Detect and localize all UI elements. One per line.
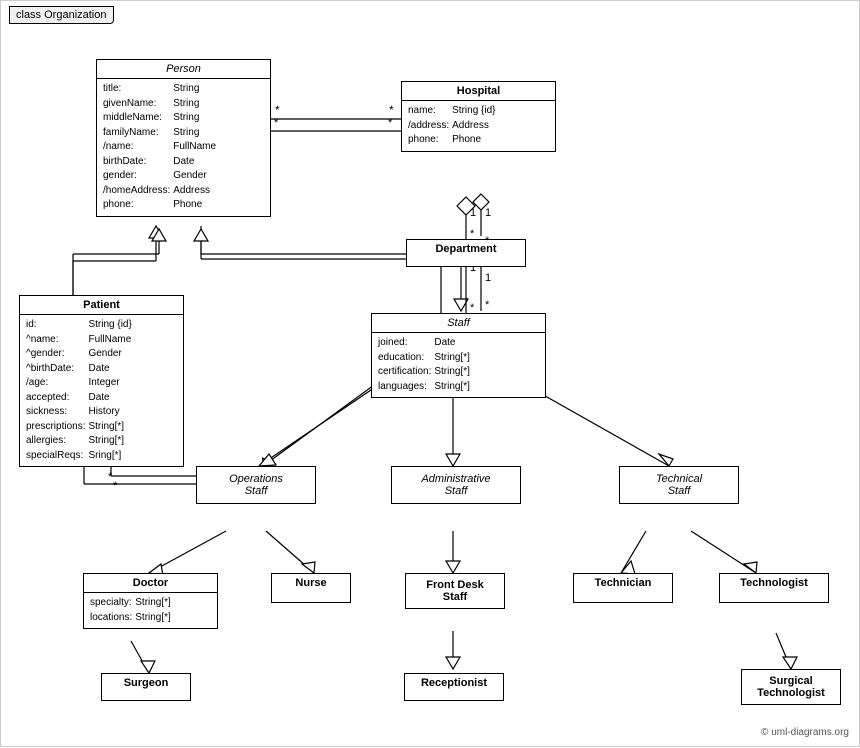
svg-text:1: 1: [470, 207, 476, 219]
surgeon-title: Surgeon: [102, 674, 190, 692]
svg-text:*: *: [108, 471, 113, 483]
administrative-staff-class: AdministrativeStaff: [391, 466, 521, 504]
diagram-container: class Organization * * 1 * 1 *: [0, 0, 860, 747]
svg-text:1: 1: [485, 272, 491, 284]
department-class: Department: [406, 239, 526, 267]
patient-attrs: id:String {id} ^name:FullName ^gender:Ge…: [20, 315, 183, 466]
department-title: Department: [407, 240, 525, 258]
technician-title: Technician: [574, 574, 672, 592]
front-desk-staff-title: Front DeskStaff: [406, 574, 504, 608]
technologist-title: Technologist: [720, 574, 828, 592]
operations-staff-title: OperationsStaff: [197, 467, 315, 503]
svg-text:*: *: [485, 299, 490, 311]
nurse-title: Nurse: [272, 574, 350, 592]
front-desk-staff-class: Front DeskStaff: [405, 573, 505, 609]
person-title: Person: [97, 60, 270, 79]
person-class: Person title:String givenName:String mid…: [96, 59, 271, 217]
doctor-attrs: specialty:String[*] locations:String[*]: [84, 593, 217, 628]
hospital-title: Hospital: [402, 82, 555, 101]
patient-title: Patient: [20, 296, 183, 315]
surgical-technologist-class: SurgicalTechnologist: [741, 669, 841, 705]
person-attrs: title:String givenName:String middleName…: [97, 79, 270, 216]
staff-class: Staff joined:Date education:String[*] ce…: [371, 313, 546, 398]
technician-class: Technician: [573, 573, 673, 603]
doctor-class: Doctor specialty:String[*] locations:Str…: [83, 573, 218, 629]
svg-text:*: *: [113, 480, 118, 492]
doctor-title: Doctor: [84, 574, 217, 593]
staff-attrs: joined:Date education:String[*] certific…: [372, 333, 545, 397]
svg-text:*: *: [389, 103, 394, 117]
technical-staff-title: TechnicalStaff: [620, 467, 738, 503]
nurse-class: Nurse: [271, 573, 351, 603]
diagram-title: class Organization: [9, 6, 114, 24]
receptionist-title: Receptionist: [405, 674, 503, 692]
svg-text:*: *: [274, 117, 279, 129]
operations-staff-class: OperationsStaff: [196, 466, 316, 504]
svg-text:1: 1: [485, 207, 491, 219]
hospital-attrs: name:String {id} /address:Address phone:…: [402, 101, 555, 151]
administrative-staff-title: AdministrativeStaff: [392, 467, 520, 503]
receptionist-class: Receptionist: [404, 673, 504, 701]
surgical-technologist-title: SurgicalTechnologist: [742, 670, 840, 704]
svg-text:*: *: [275, 103, 280, 117]
surgeon-class: Surgeon: [101, 673, 191, 701]
svg-text:*: *: [388, 117, 393, 129]
staff-title: Staff: [372, 314, 545, 333]
technical-staff-class: TechnicalStaff: [619, 466, 739, 504]
copyright: © uml-diagrams.org: [761, 727, 849, 738]
hospital-class: Hospital name:String {id} /address:Addre…: [401, 81, 556, 152]
technologist-class: Technologist: [719, 573, 829, 603]
patient-class: Patient id:String {id} ^name:FullName ^g…: [19, 295, 184, 467]
